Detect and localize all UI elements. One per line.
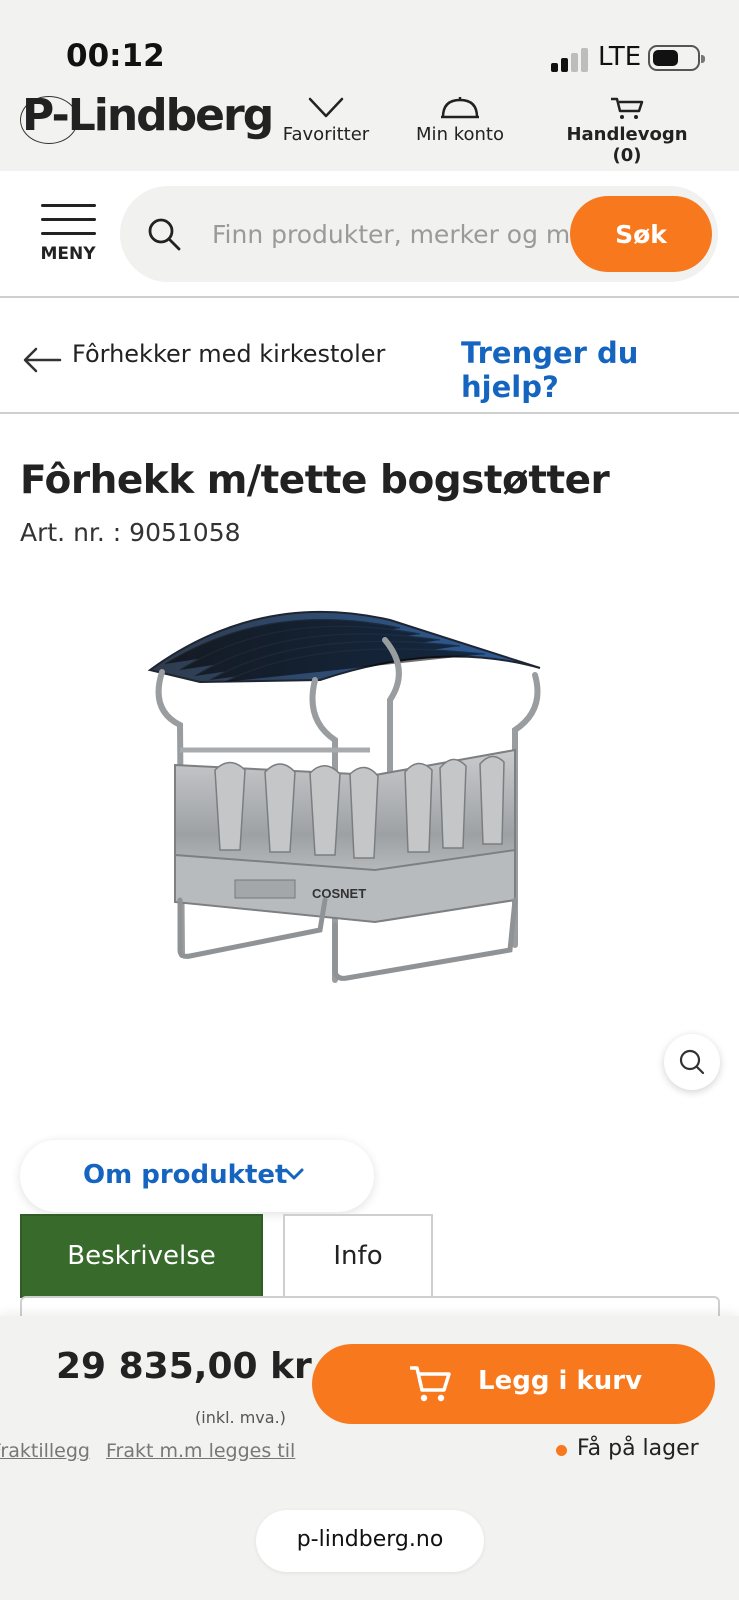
stock-indicator-icon: [556, 1445, 567, 1456]
product-title: Fôrhekk m/tette bogstøtter: [20, 458, 610, 503]
cart-icon: [410, 1366, 451, 1402]
nav-account[interactable]: Min konto: [410, 96, 510, 145]
site-logo[interactable]: P-Lindberg: [22, 90, 274, 141]
tab-panel: [20, 1296, 720, 1316]
back-category-link[interactable]: Fôrhekker med kirkestoler: [72, 340, 385, 368]
add-to-cart-label: Legg i kurv: [478, 1366, 643, 1396]
nav-cart[interactable]: Handlevogn (0): [552, 96, 702, 166]
freight-surcharge-link[interactable]: Fraktillegg: [0, 1440, 90, 1462]
nav-account-label: Min konto: [416, 124, 504, 145]
product-price: 29 835,00 kr: [56, 1346, 312, 1387]
stock-status: Få på lager: [577, 1436, 699, 1461]
zoom-icon: [679, 1049, 705, 1075]
arrow-left-icon[interactable]: [22, 344, 62, 374]
menu-label: MENY: [40, 244, 96, 264]
battery-icon: [648, 45, 705, 71]
chevron-down-icon: [284, 1168, 304, 1180]
menu-button[interactable]: MENY: [38, 204, 98, 264]
nav-favorites-label: Favoritter: [282, 124, 370, 145]
cosnet-logo: COSNET: [312, 886, 366, 901]
product-image[interactable]: COSNET: [140, 600, 560, 1010]
zoom-button[interactable]: [664, 1034, 720, 1090]
cart-icon: [611, 97, 644, 119]
article-number: Art. nr. : 9051058: [20, 518, 241, 547]
search-icon: [148, 218, 181, 251]
search-bar: Søk: [120, 186, 718, 282]
tab-info[interactable]: Info: [283, 1214, 433, 1298]
tab-description[interactable]: Beskrivelse: [20, 1214, 263, 1298]
search-button[interactable]: Søk: [570, 196, 712, 272]
divider: [0, 412, 739, 414]
browser-url-bar[interactable]: p-lindberg.no: [256, 1510, 484, 1572]
about-product-label: Om produktet: [83, 1160, 288, 1190]
url-label: p-lindberg.no: [296, 1527, 444, 1552]
cellular-signal-icon: [551, 46, 591, 72]
heart-icon: [308, 97, 344, 118]
about-product-toggle[interactable]: Om produktet: [20, 1140, 374, 1212]
help-link[interactable]: Trenger du hjelp?: [461, 336, 739, 404]
divider: [0, 296, 739, 298]
nav-cart-label: Handlevogn (0): [566, 124, 688, 166]
search-input[interactable]: [212, 210, 572, 258]
top-bar: 00:12 LTE P-Lindberg Favoritter Min kont…: [0, 0, 739, 171]
nav-favorites[interactable]: Favoritter: [280, 96, 372, 145]
status-time: 00:12: [66, 38, 165, 74]
network-label: LTE: [598, 42, 642, 72]
hamburger-icon: [40, 204, 96, 207]
add-to-cart-button[interactable]: Legg i kurv: [312, 1344, 715, 1424]
vat-note: (inkl. mva.): [195, 1408, 286, 1427]
account-icon: [441, 97, 479, 119]
freight-info-link[interactable]: Frakt m.m legges til: [106, 1440, 295, 1462]
